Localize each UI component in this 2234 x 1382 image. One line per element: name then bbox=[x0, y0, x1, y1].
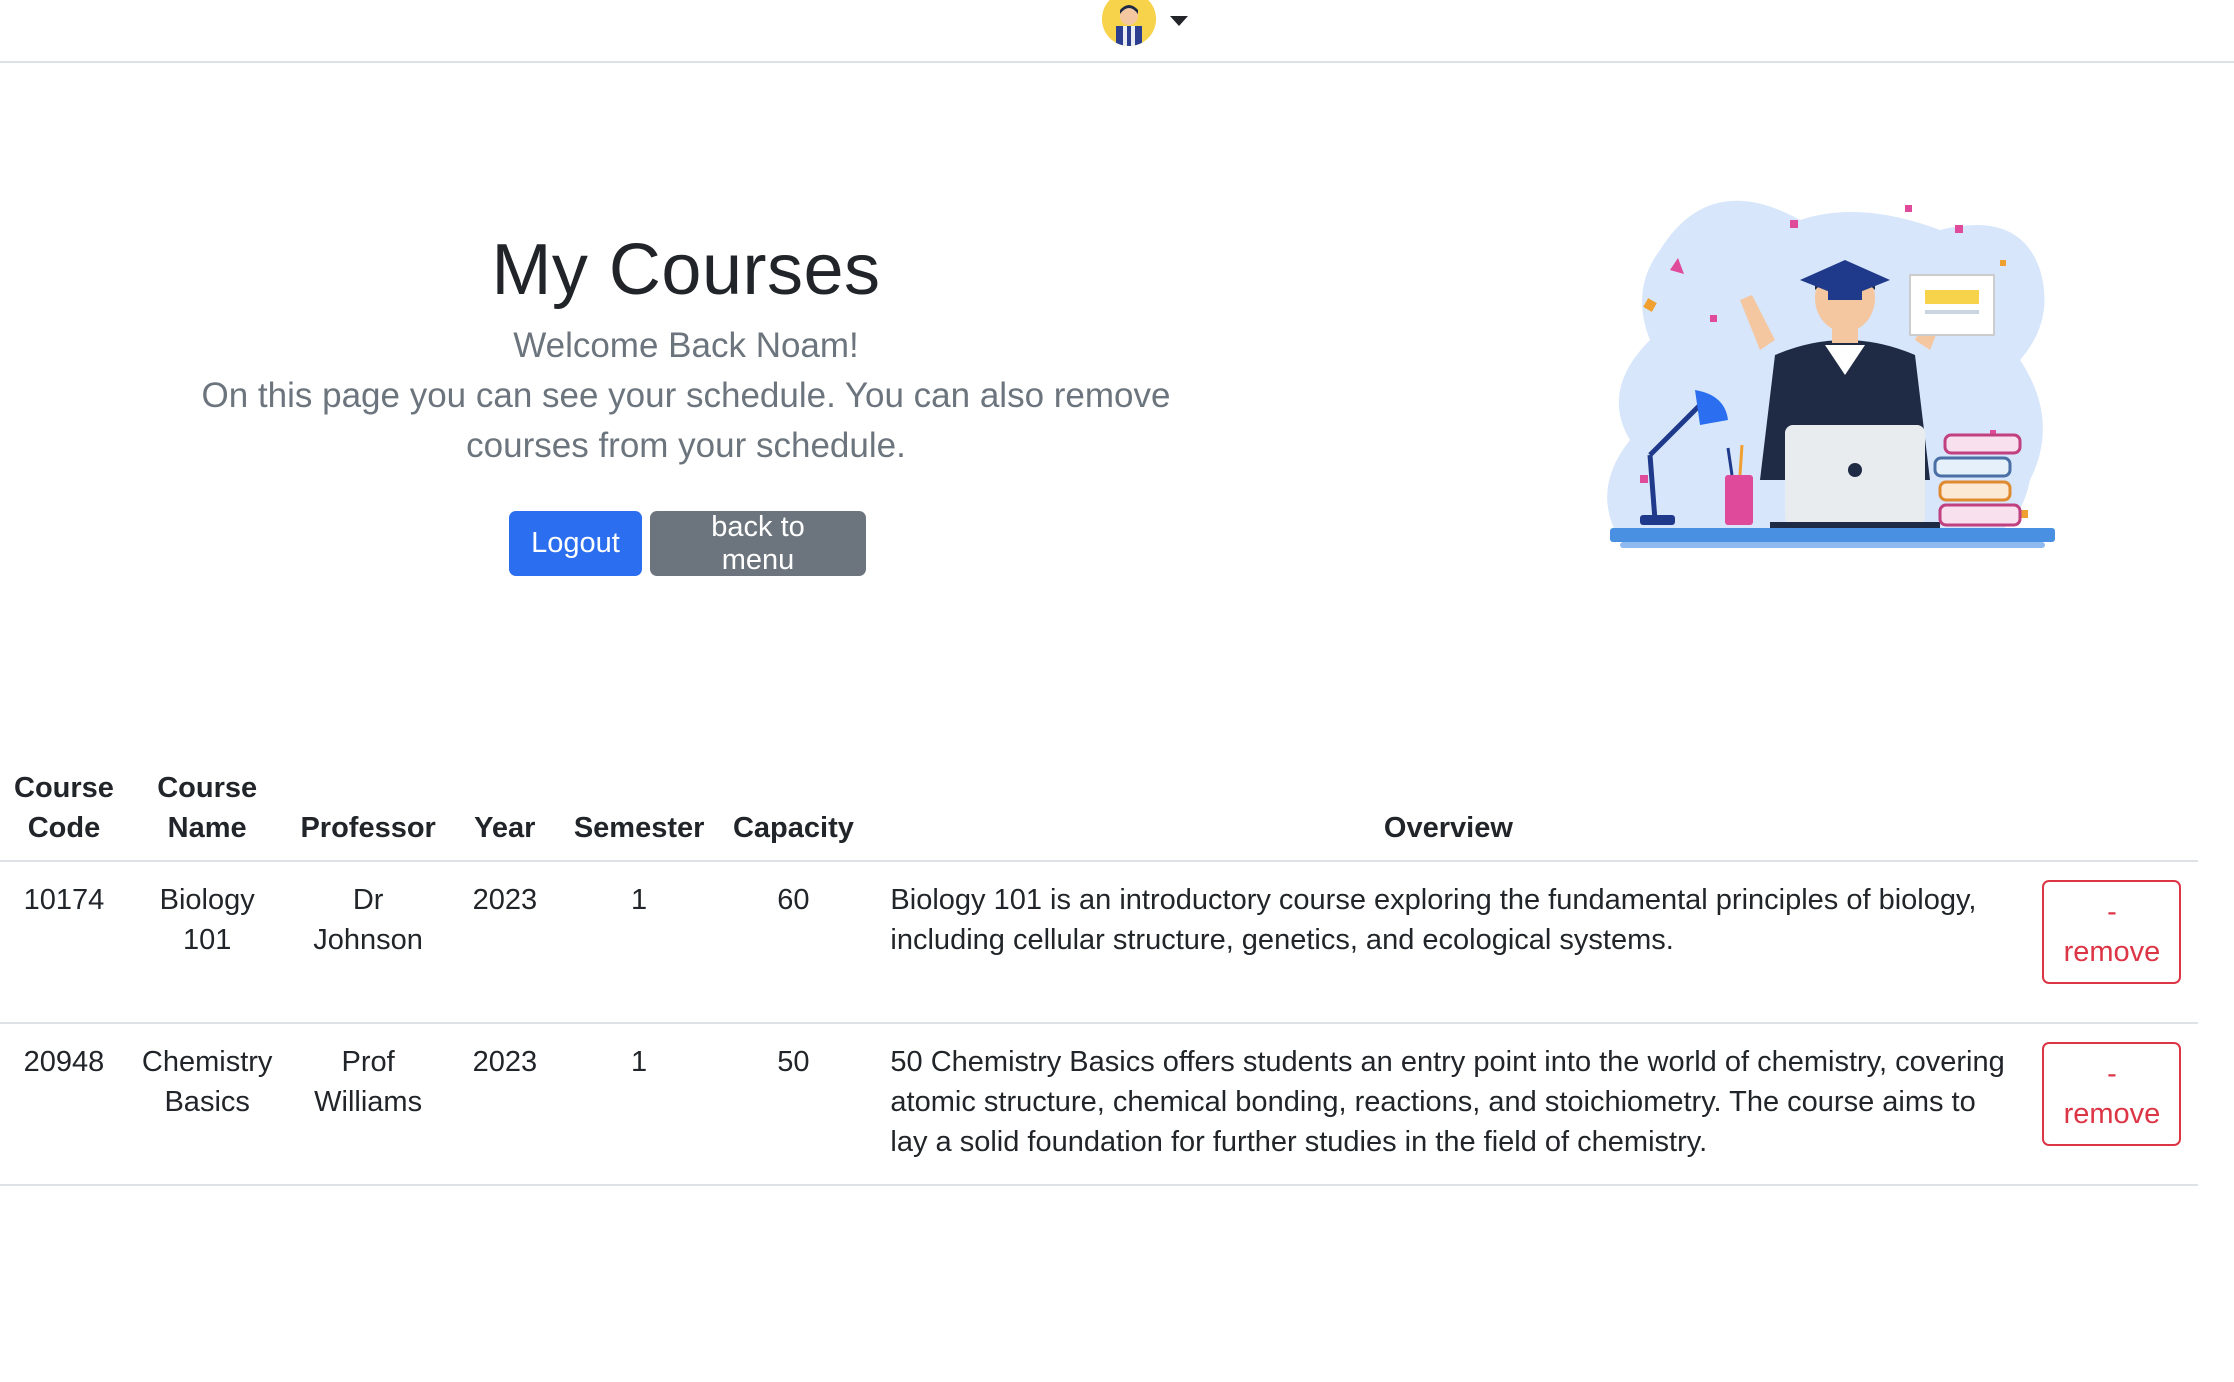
header-course-name-line2: Name bbox=[167, 812, 247, 844]
remove-label: remove bbox=[2063, 936, 2161, 968]
cell-semester: 1 bbox=[559, 861, 719, 1024]
cell-course-name: Chemistry Basics bbox=[127, 1023, 287, 1186]
cell-semester: 1 bbox=[559, 1023, 719, 1186]
back-to-menu-button[interactable]: back to menu bbox=[650, 511, 866, 576]
cell-professor: Prof Williams bbox=[286, 1023, 450, 1186]
header-course-code: Course Code bbox=[0, 762, 128, 862]
header-year: Year bbox=[449, 762, 560, 862]
cell-year: 2023 bbox=[449, 1023, 560, 1186]
header-actions bbox=[2028, 762, 2199, 862]
table-row: 20948 Chemistry Basics Prof Williams 202… bbox=[0, 1023, 2199, 1186]
user-avatar-icon[interactable] bbox=[1102, 0, 1156, 46]
logout-button[interactable]: Logout bbox=[509, 511, 642, 576]
top-navbar bbox=[0, 0, 2234, 63]
cell-overview: Biology 101 is an introductory course ex… bbox=[868, 861, 2029, 1024]
header-course-name-line1: Course bbox=[157, 772, 258, 804]
cell-course-code: 10174 bbox=[0, 861, 128, 1024]
header-capacity: Capacity bbox=[718, 762, 869, 862]
cell-course-name: Biology 101 bbox=[127, 861, 287, 1024]
page-description: On this page you can see your schedule. … bbox=[201, 376, 1171, 465]
header-semester: Semester bbox=[559, 762, 719, 862]
remove-course-button[interactable]: - remove bbox=[2042, 1042, 2182, 1146]
header-course-code-line2: Code bbox=[27, 812, 101, 844]
courses-table: Course Code Course Name Professor Year S… bbox=[0, 762, 2199, 1186]
cell-year: 2023 bbox=[449, 861, 560, 1024]
graduate-illustration bbox=[1600, 190, 2070, 560]
page-title: My Courses bbox=[491, 230, 881, 310]
cell-overview: 50 Chemistry Basics offers students an e… bbox=[868, 1023, 2029, 1186]
remove-label: remove bbox=[2063, 1098, 2161, 1130]
header-overview: Overview bbox=[868, 762, 2029, 862]
user-menu-dropdown[interactable] bbox=[1102, 0, 1188, 50]
remove-dash: - bbox=[2107, 1058, 2117, 1090]
header-course-name: Course Name bbox=[127, 762, 287, 862]
remove-course-button[interactable]: - remove bbox=[2042, 880, 2182, 984]
cell-capacity: 50 bbox=[718, 1023, 869, 1186]
cell-capacity: 60 bbox=[718, 861, 869, 1024]
chevron-down-icon[interactable] bbox=[1170, 16, 1188, 26]
cell-professor: Dr Johnson bbox=[286, 861, 450, 1024]
cell-actions: - remove bbox=[2028, 861, 2199, 1024]
hero-actions: Logout back to menu bbox=[509, 511, 866, 576]
header-course-code-line1: Course bbox=[14, 772, 114, 804]
cell-actions: - remove bbox=[2028, 1023, 2199, 1186]
remove-dash: - bbox=[2107, 896, 2117, 928]
welcome-message: Welcome Back Noam! bbox=[513, 326, 859, 365]
header-professor: Professor bbox=[286, 762, 450, 862]
cell-course-code: 20948 bbox=[0, 1023, 128, 1186]
table-row: 10174 Biology 101 Dr Johnson 2023 1 60 B… bbox=[0, 861, 2199, 1024]
table-header-row: Course Code Course Name Professor Year S… bbox=[0, 762, 2199, 862]
hero-section: My Courses Welcome Back Noam! On this pa… bbox=[150, 225, 1222, 471]
